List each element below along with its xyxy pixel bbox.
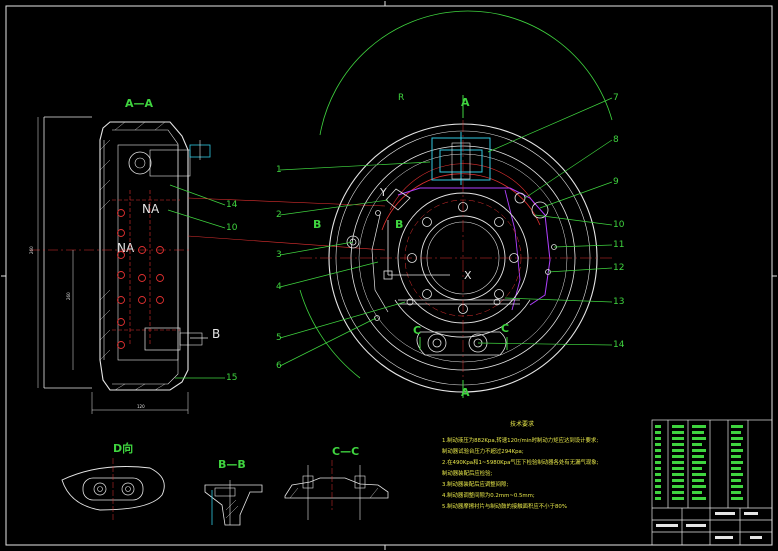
svg-text:12: 12 <box>613 263 624 273</box>
svg-text:10: 10 <box>226 223 238 233</box>
spring-symbol-lower: NA <box>117 241 135 255</box>
svg-text:15: 15 <box>226 373 237 383</box>
svg-text:10: 10 <box>613 220 625 230</box>
notes-title: 技术要求 <box>510 420 534 428</box>
section-bb-title: B—B <box>218 458 246 471</box>
section-aa-title: A—A <box>125 97 154 110</box>
svg-text:5: 5 <box>276 333 282 343</box>
svg-text:X: X <box>464 269 472 282</box>
svg-text:13: 13 <box>613 297 624 307</box>
note-line-4: 制动器装配后应检验; <box>442 469 493 477</box>
marker-c-left: C <box>413 324 421 337</box>
svg-text:260: 260 <box>29 246 34 254</box>
title-block-cells <box>656 512 762 539</box>
svg-text:11: 11 <box>613 240 624 250</box>
technical-notes: 技术要求 1.制动液压为882Kpa,转速120r/min时制动力矩应达到设计要… <box>442 420 599 510</box>
svg-text:14: 14 <box>226 200 238 210</box>
svg-text:2: 2 <box>276 210 282 220</box>
view-d: D向 <box>61 441 165 520</box>
bolt-holes <box>117 209 164 349</box>
note-line-1: 1.制动液压为882Kpa,转速120r/min时制动力矩应达到设计要求; <box>442 436 598 444</box>
view-d-title: D向 <box>113 441 133 455</box>
svg-text:120: 120 <box>137 404 145 409</box>
note-line-5: 3.制动器装配后应调整间隙; <box>442 480 508 488</box>
spring-symbol-upper: NA <box>142 202 160 216</box>
note-line-3: 2.在490Kpa和1~5980Kpa气压下检验制动器各处有无漏气现象; <box>442 458 599 466</box>
svg-text:14: 14 <box>613 340 625 350</box>
svg-text:7: 7 <box>613 93 619 103</box>
svg-text:3: 3 <box>276 250 282 260</box>
marker-b-front-2: B <box>395 218 403 231</box>
marker-a-top: A <box>461 96 470 109</box>
svg-text:6: 6 <box>276 361 282 371</box>
section-cc-view: C—C <box>284 445 389 520</box>
svg-text:Y: Y <box>379 186 387 199</box>
section-cc-title: C—C <box>332 445 359 458</box>
section-aa-view: A—A NA NA 260 260 120 14 10 15 B <box>29 97 386 414</box>
wheel-cylinder <box>431 132 491 185</box>
note-line-2: 制动器试验台压力不超过294Kpa; <box>442 447 524 455</box>
marker-b-front: B <box>313 218 321 231</box>
svg-text:1: 1 <box>276 165 282 175</box>
cad-drawing-canvas: A—A NA NA 260 260 120 14 10 15 B X Y A A… <box>1 1 777 550</box>
note-line-6: 4.制动器调整间隙为0.2mm~0.5mm; <box>442 491 535 499</box>
note-line-7: 5.制动器摩擦衬片与制动鼓的接触面积应不小于80% <box>442 502 567 510</box>
svg-text:4: 4 <box>276 282 282 292</box>
svg-text:R: R <box>398 93 404 103</box>
svg-text:9: 9 <box>613 177 619 187</box>
marker-c-right: C <box>501 322 509 335</box>
marker-b-left: B <box>212 327 220 341</box>
svg-text:8: 8 <box>613 135 619 145</box>
section-bb-view: B—B <box>204 458 263 526</box>
front-view: X Y A A B B C C 1 2 3 4 5 6 7 8 9 10 11 … <box>276 10 625 399</box>
svg-text:260: 260 <box>66 292 71 300</box>
marker-a-bottom: A <box>461 386 470 399</box>
